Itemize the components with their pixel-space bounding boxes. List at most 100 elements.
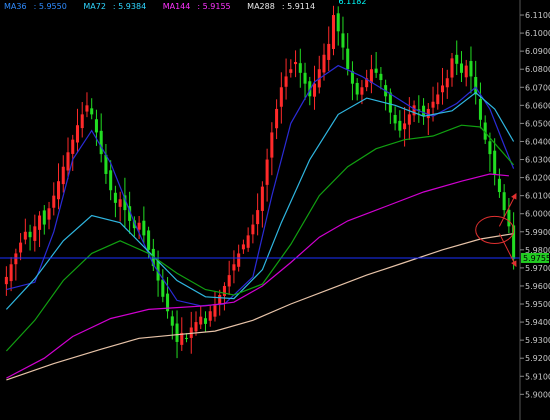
candle-body: [488, 141, 492, 155]
y-tick-label: 6.1100: [525, 11, 550, 20]
candle-body: [445, 78, 449, 88]
candle-body: [85, 105, 89, 112]
candle-body: [346, 48, 350, 70]
candle-body: [507, 209, 511, 227]
y-tick-label: 6.0200: [525, 174, 550, 183]
candle-body: [360, 87, 364, 95]
legend-ma36: MA36: 5.9550: [4, 2, 67, 11]
candle-body: [137, 222, 141, 230]
y-tick-label: 6.1000: [525, 29, 550, 38]
candle-body: [275, 108, 279, 129]
candle-body: [422, 105, 426, 117]
candle-body: [142, 220, 146, 236]
candle-body: [459, 63, 463, 73]
ma-legend: MA36: 5.9550 MA72: 5.9384 MA144: 5.9155 …: [4, 2, 329, 11]
y-tick-label: 5.9600: [525, 282, 550, 291]
candle-body: [355, 82, 359, 95]
candle-body: [431, 101, 435, 108]
candle-body: [398, 120, 402, 131]
y-tick-label: 5.9900: [525, 228, 550, 237]
candle-body: [336, 13, 340, 32]
candle-body: [474, 76, 478, 95]
candle-body: [374, 68, 378, 73]
candle-body: [455, 54, 459, 64]
candle-body: [279, 87, 283, 107]
y-tick-label: 5.9500: [525, 300, 550, 309]
candle-body: [19, 242, 23, 253]
candle-body: [294, 61, 298, 65]
candle-body: [199, 316, 203, 325]
candle-body: [478, 98, 482, 120]
candle-body: [38, 215, 42, 230]
candle-body: [450, 58, 454, 78]
candle-body: [71, 139, 75, 154]
candle-body: [57, 181, 61, 200]
candle-body: [412, 105, 416, 116]
y-tick-label: 5.9700: [525, 264, 550, 273]
y-tick-label: 5.9300: [525, 336, 550, 345]
candle-body: [251, 224, 255, 235]
candle-body: [313, 83, 317, 97]
y-tick-label: 6.0300: [525, 156, 550, 165]
candle-body: [113, 192, 117, 203]
candle-body: [185, 337, 189, 339]
legend-ma144: MA144: 5.9155: [162, 2, 231, 11]
candle-body: [194, 322, 198, 332]
chart-background: [0, 0, 550, 420]
candle-body: [61, 166, 65, 185]
candle-body: [42, 210, 46, 225]
candle-body: [256, 210, 260, 225]
high-price-label: 6.1182: [338, 0, 366, 6]
y-tick-label: 6.0700: [525, 83, 550, 92]
y-tick-label: 5.9400: [525, 318, 550, 327]
candle-body: [208, 311, 212, 321]
candle-body: [403, 123, 407, 130]
candle-body: [464, 65, 468, 78]
candle-body: [497, 178, 501, 193]
candle-body: [237, 253, 241, 267]
candle-body: [75, 125, 79, 143]
y-tick-label: 5.9000: [525, 390, 550, 399]
price-chart: 6.1182 6.1100 6.1000 6.0900 6.0800 6.0700 6.0…: [0, 0, 550, 420]
candle-body: [331, 15, 335, 49]
y-tick-label: 5.9200: [525, 354, 550, 363]
candle-body: [227, 275, 231, 287]
candle-body: [270, 132, 274, 158]
candle-body: [393, 114, 397, 124]
y-tick-label: 6.0500: [525, 119, 550, 128]
candle-body: [203, 318, 207, 324]
last-price-tag-label: 5.9755: [523, 254, 550, 263]
candle-body: [99, 130, 103, 155]
candle-body: [469, 61, 473, 77]
candle-body: [407, 114, 411, 125]
candle-body: [241, 244, 245, 250]
candle-body: [66, 152, 70, 171]
y-tick-label: 6.0100: [525, 192, 550, 201]
candle-body: [284, 76, 288, 87]
candle-body: [303, 72, 307, 84]
legend-ma288: MA288: 5.9114: [247, 2, 316, 11]
candle-body: [94, 119, 98, 133]
y-tick-label: 6.0600: [525, 101, 550, 110]
candle-body: [232, 264, 236, 271]
candle-body: [327, 43, 331, 60]
candle-body: [289, 69, 293, 73]
candle-body: [161, 279, 165, 297]
candle-body: [23, 231, 27, 240]
candle-body: [222, 285, 226, 296]
y-tick-label: 6.0800: [525, 65, 550, 74]
y-tick-label: 6.0900: [525, 47, 550, 56]
candle-body: [33, 226, 37, 241]
candle-body: [246, 235, 250, 248]
legend-ma72: MA72: 5.9384: [83, 2, 147, 11]
candle-body: [379, 73, 383, 81]
candle-body: [493, 150, 497, 174]
candle-body: [175, 323, 179, 342]
candle-body: [4, 276, 8, 285]
candle-body: [260, 186, 264, 211]
candle-body: [436, 94, 440, 105]
candle-body: [147, 230, 151, 250]
candle-body: [52, 195, 56, 208]
candle-body: [502, 192, 506, 211]
candle-body: [109, 170, 113, 191]
